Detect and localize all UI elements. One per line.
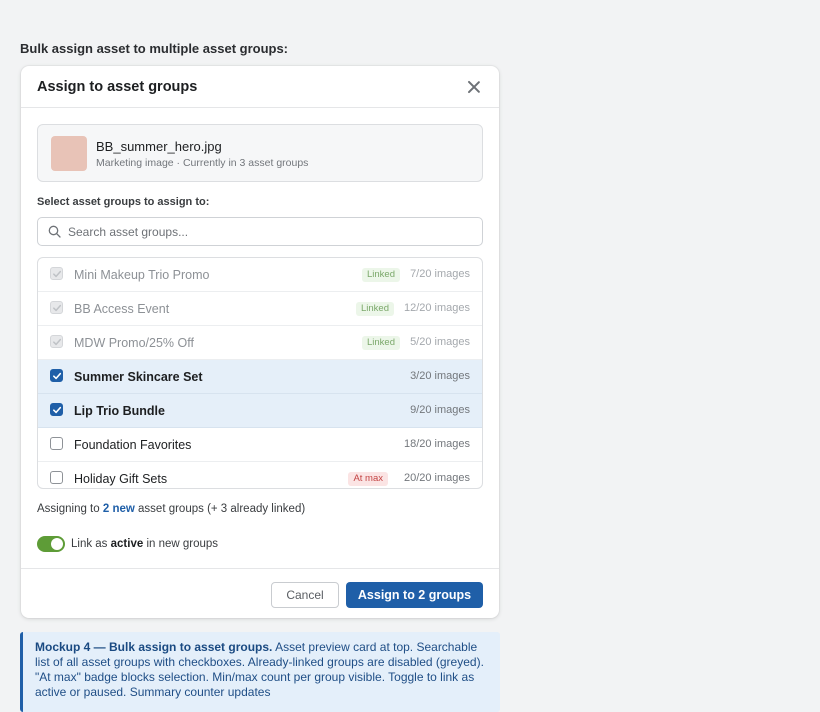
search-field [37, 217, 483, 246]
group-name: MDW Promo/25% Off [74, 336, 194, 350]
linked-badge: Linked [362, 268, 400, 282]
linked-badge: Linked [356, 302, 394, 316]
group-name: BB Access Event [74, 302, 170, 316]
close-icon[interactable] [465, 78, 483, 96]
asset-group-row: BB Access Event Linked 12/20 images [38, 292, 482, 326]
at-max-badge: At max [348, 472, 388, 486]
assign-modal: Assign to asset groups BB_summer_hero.jp… [21, 66, 499, 618]
search-icon [48, 225, 61, 238]
toggle-label: Link as active in new groups [71, 538, 218, 550]
group-name: Lip Trio Bundle [74, 404, 165, 418]
asset-group-row[interactable]: Foundation Favorites 18/20 images [38, 428, 482, 462]
group-name: Summer Skincare Set [74, 370, 203, 384]
assign-button[interactable]: Assign to 2 groups [346, 582, 483, 608]
group-name: Holiday Gift Sets [74, 472, 168, 486]
asset-preview-card: BB_summer_hero.jpg Marketing image · Cur… [37, 124, 483, 182]
cancel-button[interactable]: Cancel [271, 582, 339, 608]
asset-thumbnail [51, 136, 87, 171]
summary-new-count: 2 new [102, 503, 135, 515]
asset-name: BB_summer_hero.jpg [96, 139, 222, 154]
group-checkbox[interactable] [50, 471, 63, 484]
group-image-count: 18/20 images [403, 438, 470, 450]
asset-group-row[interactable]: Holiday Gift Sets At max 20/20 images [38, 462, 482, 488]
group-checkbox [50, 335, 63, 348]
group-image-count: 3/20 images [410, 370, 470, 382]
group-image-count: 12/20 images [403, 302, 470, 314]
active-toggle[interactable] [37, 536, 65, 552]
asset-group-row: MDW Promo/25% Off Linked 5/20 images [38, 326, 482, 360]
modal-header: Assign to asset groups [21, 66, 499, 108]
search-input[interactable] [66, 221, 470, 243]
linked-badge: Linked [362, 336, 400, 350]
group-checkbox [50, 267, 63, 280]
group-image-count: 7/20 images [410, 268, 470, 280]
mockup-note: Mockup 4 — Bulk assign to asset groups. … [20, 632, 500, 712]
group-checkbox[interactable] [50, 369, 63, 382]
summary-prefix: Assigning to [37, 503, 103, 515]
summary-suffix: asset groups (+ 3 already linked) [134, 503, 306, 515]
asset-group-list: Mini Makeup Trio Promo Linked 7/20 images B… [37, 257, 483, 489]
group-image-count: 9/20 images [410, 404, 470, 416]
group-image-count: 5/20 images [410, 336, 470, 348]
toggle-label-prefix: Link as [71, 538, 111, 550]
group-name: Mini Makeup Trio Promo [74, 268, 210, 282]
note-title: Mockup 4 — Bulk assign to asset groups. [35, 640, 273, 654]
asset-group-row[interactable]: Summer Skincare Set 3/20 images [38, 360, 482, 394]
modal-title: Assign to asset groups [37, 78, 198, 95]
modal-footer: Cancel Assign to 2 groups [21, 568, 499, 619]
assign-summary: Assigning to 2 new asset groups (+ 3 alr… [37, 503, 305, 515]
toggle-label-suffix: in new groups [143, 538, 219, 550]
group-checkbox[interactable] [50, 403, 63, 416]
group-image-count: 20/20 images [403, 472, 470, 484]
select-label: Select asset groups to assign to: [37, 196, 210, 208]
group-checkbox[interactable] [50, 437, 63, 450]
asset-group-row: Mini Makeup Trio Promo Linked 7/20 images [38, 258, 482, 292]
asset-group-row[interactable]: Lip Trio Bundle 9/20 images [38, 394, 482, 428]
toggle-label-bold: active [110, 538, 144, 550]
group-name: Foundation Favorites [74, 438, 192, 452]
page-heading: Bulk assign asset to multiple asset grou… [20, 41, 289, 56]
group-checkbox [50, 301, 63, 314]
asset-meta: Marketing image · Currently in 3 asset g… [96, 157, 309, 169]
